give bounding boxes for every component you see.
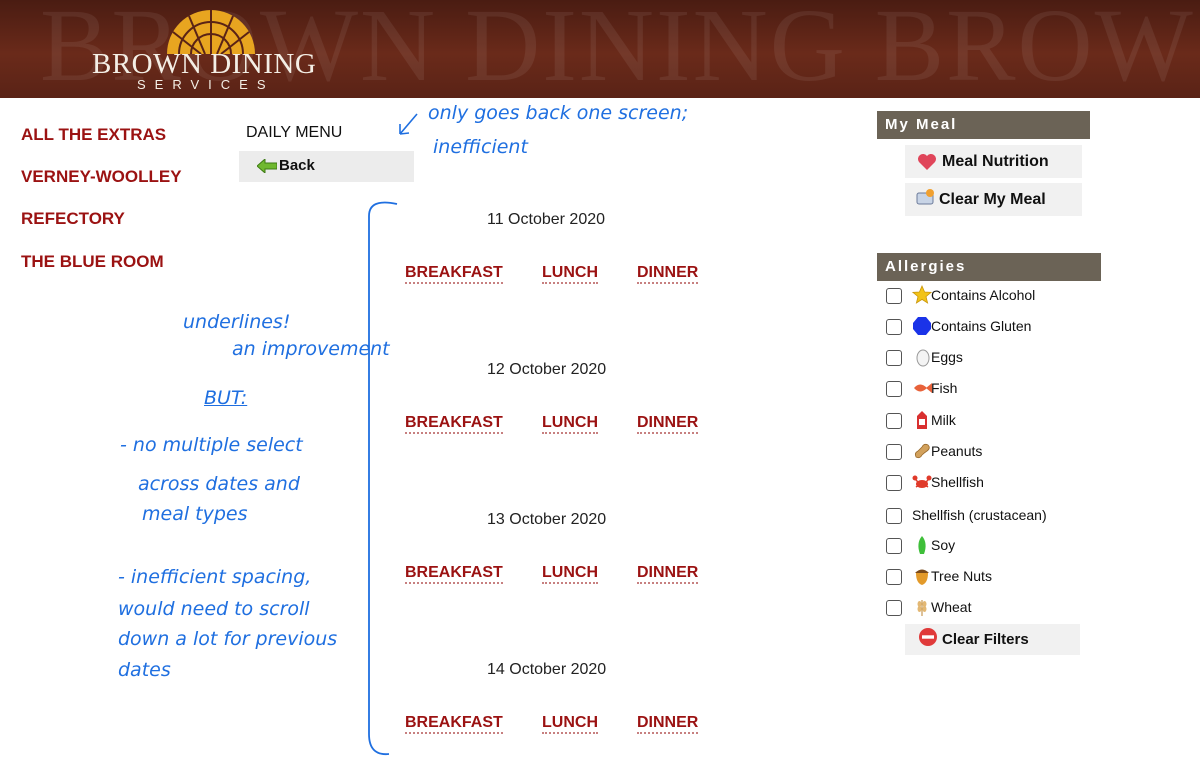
allergy-filter-wheat: Wheat [886,597,1086,619]
wheat-icon [917,600,927,616]
annotation-multi-3: meal types [142,503,248,525]
no-entry-icon [919,628,937,646]
clear-filters-label: Clear Filters [942,631,1029,648]
allergy-label: Tree Nuts [931,568,992,584]
lunch-link[interactable]: LUNCH [542,714,598,734]
date-label: 14 October 2020 [487,661,607,678]
tray-icon [916,189,934,205]
annotation-bracket [368,201,398,756]
allergy-filter-eggs: Eggs [886,347,1086,369]
annotation-multi-2: across dates and [138,473,300,495]
allergy-label: Wheat [931,599,972,615]
nav-all-the-extras[interactable]: ALL THE EXTRAS [21,125,166,145]
allergy-label: Eggs [931,349,963,365]
annotation-back-note-2: inefficient [433,136,528,158]
allergy-checkbox[interactable] [886,569,902,585]
annotation-underlines-2: an improvement [232,338,390,360]
nav-refectory[interactable]: REFECTORY [21,209,125,229]
annotation-multi-1: - no multiple select [120,434,303,456]
milk-carton-icon [917,411,927,429]
date-label: 13 October 2020 [487,511,607,528]
allergy-checkbox[interactable] [886,475,902,491]
breakfast-link[interactable]: BREAKFAST [405,264,503,284]
allergy-label: Shellfish (crustacean) [912,507,1047,523]
allergies-heading: Allergies [877,253,1101,281]
allergy-filter-soy: Soy [886,535,1086,557]
allergy-label: Shellfish [931,474,984,490]
annotation-spacing-3: down a lot for previous [118,628,338,650]
heart-icon [918,154,936,170]
date-label: 12 October 2020 [487,361,607,378]
allergy-label: Contains Alcohol [931,287,1036,303]
back-arrow-icon [257,159,277,173]
allergy-filter-alcohol: Contains Alcohol [886,285,1086,307]
annotation-arrow [399,113,418,135]
annotation-back-note-1: only goes back one screen; [428,102,689,124]
breakfast-link[interactable]: BREAKFAST [405,564,503,584]
dinner-link[interactable]: DINNER [637,264,699,284]
allergy-checkbox[interactable] [886,600,902,616]
annotation-but: BUT: [204,387,248,409]
allergy-filter-gluten: Contains Gluten [886,316,1086,338]
allergy-filter-fish: Fish [886,378,1086,400]
clear-my-meal-label: Clear My Meal [939,191,1046,208]
annotation-spacing-4: dates [118,659,171,681]
logo-subtitle: SERVICES [137,77,275,92]
site-header: BROWN DINING BROW BROWN DINING SERVICES [0,0,1200,98]
date-label: 11 October 2020 [487,211,606,228]
crab-icon [912,475,932,488]
allergy-filter-shellfish-crustacean: Shellfish (crustacean) [886,505,1086,527]
breakfast-link[interactable]: BREAKFAST [405,714,503,734]
my-meal-heading: My Meal [877,111,1090,139]
dinner-link[interactable]: DINNER [637,564,699,584]
clear-my-meal-button[interactable]: Clear My Meal [905,183,1082,216]
allergy-checkbox[interactable] [886,288,902,304]
lunch-link[interactable]: LUNCH [542,414,598,434]
allergy-filter-milk: Milk [886,410,1086,432]
dinner-link[interactable]: DINNER [637,714,699,734]
lunch-link[interactable]: LUNCH [542,264,598,284]
peanut-icon [914,443,930,459]
blue-hexagon-icon [913,317,931,335]
egg-icon [916,349,930,367]
back-button[interactable]: Back [239,151,414,182]
meal-nutrition-label: Meal Nutrition [942,153,1049,170]
allergy-checkbox[interactable] [886,319,902,335]
allergy-checkbox[interactable] [886,444,902,460]
allergy-filter-peanuts: Peanuts [886,441,1086,463]
nav-the-blue-room[interactable]: THE BLUE ROOM [21,252,164,272]
allergy-label: Peanuts [931,443,983,459]
allergy-checkbox[interactable] [886,350,902,366]
star-icon [912,285,932,304]
annotation-underlines-1: underlines! [183,311,291,333]
clear-filters-button[interactable]: Clear Filters [905,624,1080,655]
allergy-label: Fish [931,380,958,396]
annotation-spacing-2: would need to scroll [118,598,310,620]
allergy-label: Soy [931,537,956,553]
allergy-filter-shellfish: Shellfish [886,472,1086,494]
soy-leaf-icon [918,536,926,554]
allergy-checkbox[interactable] [886,381,902,397]
lunch-link[interactable]: LUNCH [542,564,598,584]
back-button-label: Back [279,157,315,174]
fish-icon [914,383,932,393]
annotation-spacing-1: - inefficient spacing, [118,566,312,588]
meal-nutrition-button[interactable]: Meal Nutrition [905,145,1082,178]
nav-verney-woolley[interactable]: VERNEY-WOOLLEY [21,167,182,187]
allergy-label: Milk [931,412,956,428]
allergy-label: Contains Gluten [931,318,1032,334]
breakfast-link[interactable]: BREAKFAST [405,414,503,434]
allergy-checkbox[interactable] [886,508,902,524]
allergy-checkbox[interactable] [886,538,902,554]
allergy-filter-tree-nuts: Tree Nuts [886,566,1086,588]
dinner-link[interactable]: DINNER [637,414,699,434]
acorn-icon [915,569,929,585]
daily-menu-heading: DAILY MENU [246,124,343,141]
allergy-checkbox[interactable] [886,413,902,429]
